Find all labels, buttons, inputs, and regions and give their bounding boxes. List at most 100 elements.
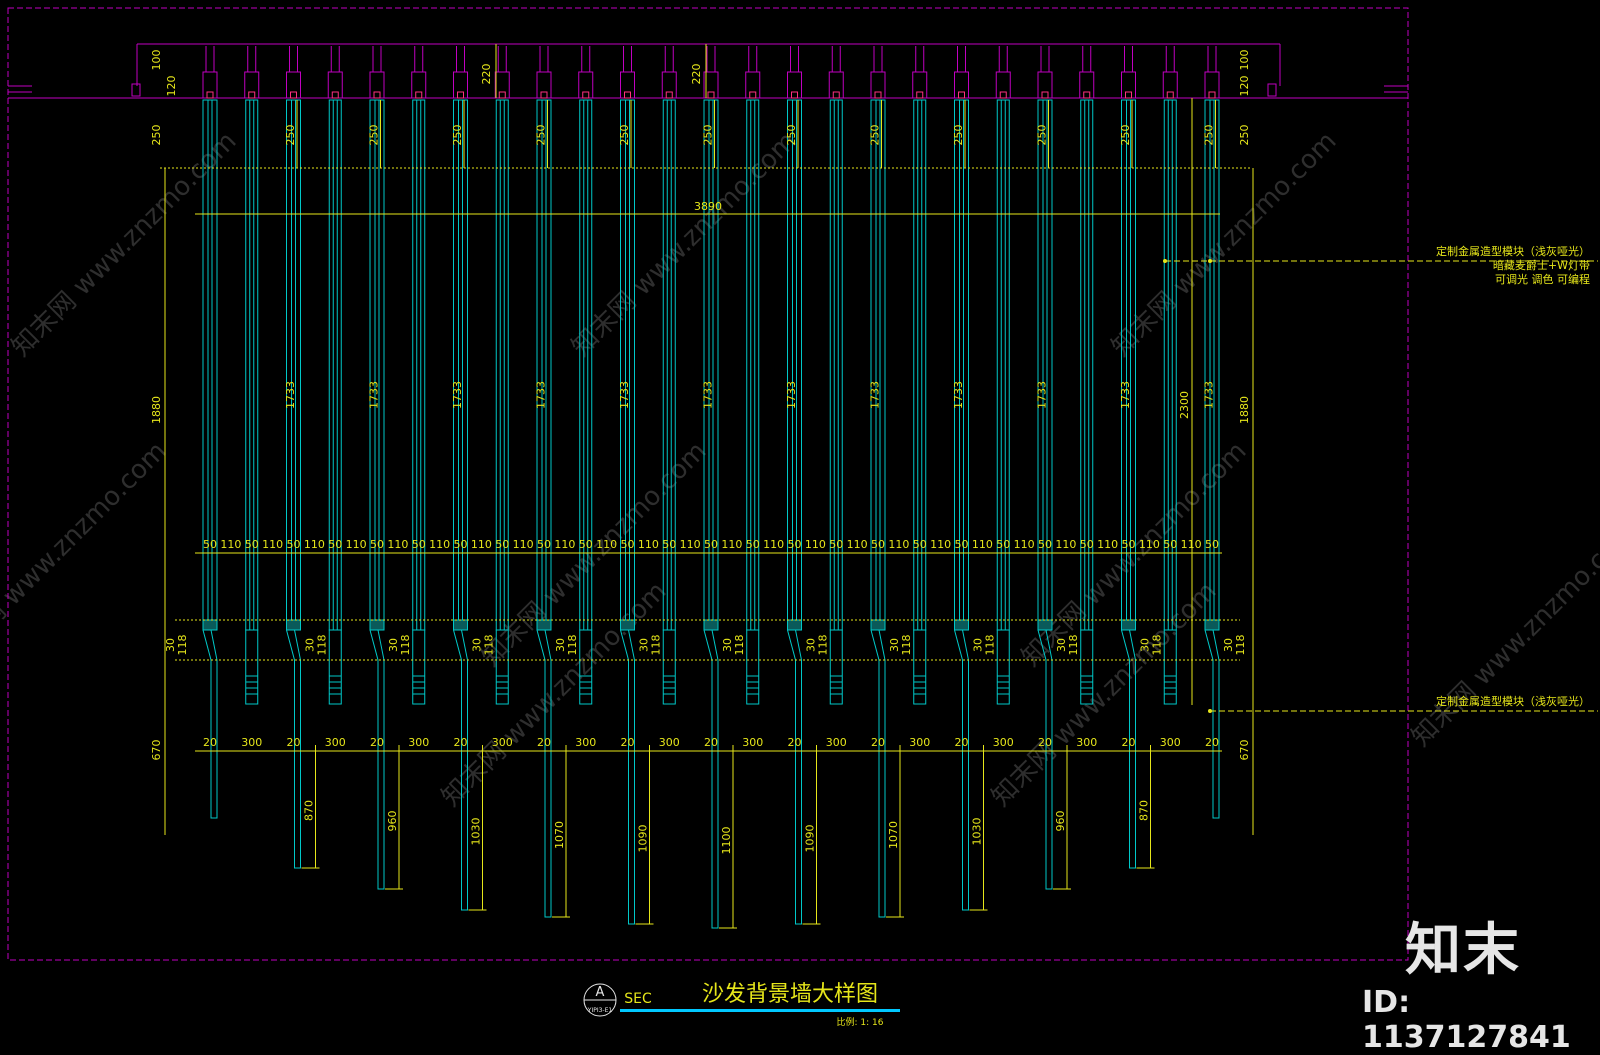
- dim-110-label: 110: [220, 538, 241, 551]
- slat-length-label: 1090: [804, 825, 817, 853]
- slat-led-strip: [620, 619, 635, 631]
- dim-1733-label: 1733: [1203, 381, 1216, 409]
- dim-300-label: 300: [325, 736, 346, 749]
- dim-20-label: 20: [537, 736, 551, 749]
- dim-1733-label: 1733: [535, 381, 548, 409]
- slat-led-strip: [787, 619, 802, 631]
- dim-right-1880: 1880: [1238, 396, 1251, 424]
- slat-led-strip: [453, 619, 468, 631]
- dim-right-670: 670: [1238, 740, 1251, 761]
- slat-length-label: 1100: [720, 827, 733, 855]
- dim-50-label: 50: [662, 538, 676, 551]
- title-marker-sub: YIPI3-E1: [587, 1007, 613, 1014]
- dim-total-width-label: 3890: [694, 200, 722, 213]
- dim-300-label: 300: [575, 736, 596, 749]
- dim-20-label: 20: [871, 736, 885, 749]
- dim-50-label: 50: [454, 538, 468, 551]
- dim-300-label: 300: [241, 736, 262, 749]
- dim-top-center-b: 220: [690, 64, 703, 85]
- dim-50-label: 50: [328, 538, 342, 551]
- dim-118-label: 118: [316, 635, 329, 656]
- dim-110-label: 110: [1139, 538, 1160, 551]
- dim-250-label: 250: [284, 125, 297, 146]
- dim-20-label: 20: [287, 736, 301, 749]
- slat-led-strip: [954, 619, 969, 631]
- dim-right-2300: 2300: [1178, 391, 1191, 419]
- dim-20-label: 20: [1205, 736, 1219, 749]
- slat-led-strip: [369, 619, 385, 631]
- dim-50-label: 50: [287, 538, 301, 551]
- slat-length-label: 960: [386, 811, 399, 832]
- dim-250-label: 250: [1203, 125, 1216, 146]
- slat-length-label: 870: [303, 800, 316, 821]
- drawing-background: [0, 0, 1600, 1044]
- slat-led-strip: [1204, 619, 1220, 631]
- dim-50-label: 50: [913, 538, 927, 551]
- dim-1733-label: 1733: [618, 381, 631, 409]
- dim-118-label: 118: [900, 635, 913, 656]
- note-2-dot: [1208, 709, 1212, 713]
- dim-50-label: 50: [1038, 538, 1052, 551]
- dim-50-label: 50: [1205, 538, 1219, 551]
- dim-300-label: 300: [659, 736, 680, 749]
- dim-1733-label: 1733: [785, 381, 798, 409]
- dim-1733-label: 1733: [451, 381, 464, 409]
- slat-length-label: 870: [1138, 800, 1151, 821]
- dim-300-label: 300: [1160, 736, 1181, 749]
- title-underline: [620, 1009, 900, 1012]
- title-scale: 比例: 1: 16: [837, 1016, 884, 1028]
- dim-300-label: 300: [408, 736, 429, 749]
- brand-id: ID: 1137127841: [1362, 985, 1571, 1055]
- dim-1733-label: 1733: [284, 381, 297, 409]
- dim-300-label: 300: [742, 736, 763, 749]
- dim-110-label: 110: [1181, 538, 1202, 551]
- dim-50-label: 50: [829, 538, 843, 551]
- note-1-line: 定制金属造型模块（浅灰哑光）: [1436, 244, 1590, 258]
- slat-led-strip: [536, 619, 552, 631]
- note-1-dot: [1208, 259, 1212, 263]
- dim-250-label: 250: [702, 125, 715, 146]
- dim-110-label: 110: [387, 538, 408, 551]
- slat-led-strip: [703, 619, 719, 631]
- dim-50-label: 50: [621, 538, 635, 551]
- dim-50-label: 50: [871, 538, 885, 551]
- dim-1733-label: 1733: [869, 381, 882, 409]
- dim-50-label: 50: [412, 538, 426, 551]
- dim-1733-label: 1733: [1036, 381, 1049, 409]
- dim-50-label: 50: [1080, 538, 1094, 551]
- dim-50-label: 50: [537, 538, 551, 551]
- dim-50-label: 50: [788, 538, 802, 551]
- slat-length-label: 1070: [887, 821, 900, 849]
- dim-250-right: 250: [1238, 125, 1251, 146]
- dim-250-label: 250: [368, 125, 381, 146]
- dim-50-label: 50: [579, 538, 593, 551]
- dim-20-label: 20: [454, 736, 468, 749]
- dim-110-label: 110: [513, 538, 534, 551]
- dim-110-label: 110: [763, 538, 784, 551]
- dim-1733-label: 1733: [368, 381, 381, 409]
- dim-118-label: 118: [566, 635, 579, 656]
- dim-50-label: 50: [955, 538, 969, 551]
- slat-length-label: 1090: [637, 825, 650, 853]
- dim-300-label: 300: [826, 736, 847, 749]
- dim-110-label: 110: [471, 538, 492, 551]
- dim-250-label: 250: [785, 125, 798, 146]
- dim-1733-label: 1733: [702, 381, 715, 409]
- dim-250-label: 250: [1119, 125, 1132, 146]
- title-main: 沙发背景墙大样图: [702, 982, 878, 1007]
- dim-118-label: 118: [1151, 635, 1164, 656]
- dim-20-label: 20: [370, 736, 384, 749]
- dim-110-label: 110: [847, 538, 868, 551]
- dim-118-label: 118: [817, 635, 830, 656]
- slat-length-label: 960: [1054, 811, 1067, 832]
- note-1-line: 暗藏麦爵士+W灯带: [1493, 258, 1590, 272]
- dim-250-label: 250: [618, 125, 631, 146]
- dim-top-right-120: 120: [1238, 76, 1251, 97]
- title-marker-letter: A: [596, 985, 605, 1000]
- dim-50-label: 50: [370, 538, 384, 551]
- dim-110-label: 110: [1055, 538, 1076, 551]
- dim-118-label: 118: [1234, 635, 1247, 656]
- dim-50-label: 50: [704, 538, 718, 551]
- dim-118-label: 118: [176, 635, 189, 656]
- dim-110-label: 110: [1014, 538, 1035, 551]
